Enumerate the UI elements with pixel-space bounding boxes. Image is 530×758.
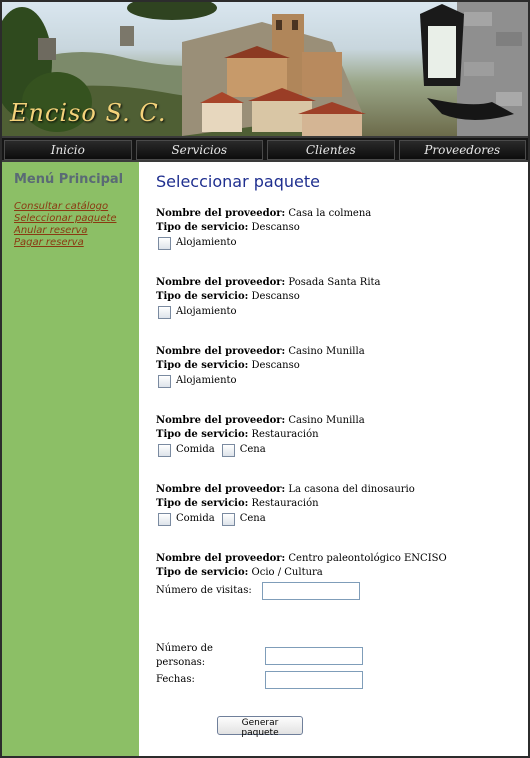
booking-details: Número de personas: Fechas: — [156, 642, 526, 689]
provider-name: Casino Munilla — [288, 346, 365, 357]
service-type: Descanso — [251, 291, 300, 302]
provider-name: Posada Santa Rita — [288, 277, 381, 288]
nav-inicio[interactable]: Inicio — [4, 140, 132, 160]
dates-label: Fechas: — [156, 674, 195, 685]
sidebar-link-pagar-reserva[interactable]: Pagar reserva — [14, 237, 139, 249]
alojamiento-label: Alojamiento — [176, 375, 237, 386]
generate-package-button[interactable]: Generar paquete — [217, 716, 303, 738]
sidebar-link-seleccionar-paquete[interactable]: Seleccionar paquete — [14, 213, 139, 225]
provider-block: Nombre del proveedor: Casa la colmena Ti… — [156, 207, 526, 250]
header-banner: Enciso S. C. — [2, 2, 528, 136]
provider-label: Nombre del proveedor: — [156, 208, 286, 219]
provider-label: Nombre del proveedor: — [156, 346, 286, 357]
comida-checkbox[interactable] — [158, 512, 171, 526]
provider-label: Nombre del proveedor: — [156, 484, 286, 495]
service-label: Tipo de servicio: — [156, 291, 249, 302]
service-label: Tipo de servicio: — [156, 498, 249, 509]
nav-clientes[interactable]: Clientes — [267, 140, 395, 160]
service-label: Tipo de servicio: — [156, 222, 249, 233]
provider-name: Casa la colmena — [288, 208, 372, 219]
service-label: Tipo de servicio: — [156, 567, 249, 578]
alojamiento-checkbox[interactable] — [158, 305, 171, 319]
provider-block: Nombre del proveedor: La casona del dino… — [156, 483, 526, 526]
sidebar-title: Menú Principal — [14, 172, 124, 187]
provider-label: Nombre del proveedor: — [156, 415, 286, 426]
provider-label: Nombre del proveedor: — [156, 553, 286, 564]
nav-servicios[interactable]: Servicios — [135, 140, 263, 160]
provider-name: Casino Munilla — [288, 415, 365, 426]
provider-name: La casona del dinosaurio — [288, 484, 415, 495]
service-type: Restauración — [251, 498, 319, 509]
provider-name: Centro paleontológico ENCISO — [288, 553, 447, 564]
brand-title: Enciso S. C. — [10, 99, 167, 127]
sidebar-link-anular-reserva[interactable]: Anular reserva — [14, 225, 139, 237]
page-frame: Enciso S. C. Inicio Servicios Clientes P… — [0, 0, 530, 758]
comida-label: Comida — [176, 513, 215, 524]
provider-block: Nombre del proveedor: Casino Munilla Tip… — [156, 345, 526, 388]
provider-block: Nombre del proveedor: Casino Munilla Tip… — [156, 414, 526, 457]
persons-label: Número de personas: — [156, 643, 213, 668]
alojamiento-label: Alojamiento — [176, 237, 237, 248]
provider-label: Nombre del proveedor: — [156, 277, 286, 288]
service-type: Descanso — [251, 360, 300, 371]
service-type: Ocio / Cultura — [251, 567, 323, 578]
alojamiento-checkbox[interactable] — [158, 374, 171, 388]
cena-label: Cena — [239, 444, 266, 455]
page-title: Seleccionar paquete — [156, 172, 320, 191]
service-label: Tipo de servicio: — [156, 360, 249, 371]
sidebar: Menú Principal Consultar catálogo Selecc… — [2, 162, 139, 756]
service-type: Restauración — [251, 429, 319, 440]
cena-checkbox[interactable] — [221, 512, 235, 526]
alojamiento-label: Alojamiento — [176, 306, 237, 317]
sidebar-link-consultar-catalogo[interactable]: Consultar catálogo — [14, 201, 139, 213]
comida-checkbox[interactable] — [158, 443, 171, 457]
alojamiento-checkbox[interactable] — [158, 236, 171, 250]
service-label: Tipo de servicio: — [156, 429, 249, 440]
visits-label: Número de visitas: — [156, 585, 252, 596]
cena-label: Cena — [239, 513, 266, 524]
service-type: Descanso — [251, 222, 300, 233]
comida-label: Comida — [176, 444, 215, 455]
provider-block: Nombre del proveedor: Centro paleontológ… — [156, 552, 526, 600]
visits-input[interactable] — [261, 582, 360, 600]
persons-input[interactable] — [265, 647, 363, 665]
nav-proveedores[interactable]: Proveedores — [398, 140, 526, 160]
dates-input[interactable] — [265, 671, 363, 689]
main-content: Seleccionar paquete Nombre del proveedor… — [156, 162, 526, 689]
provider-block: Nombre del proveedor: Posada Santa Rita … — [156, 276, 526, 319]
cena-checkbox[interactable] — [221, 443, 235, 457]
top-nav: Inicio Servicios Clientes Proveedores — [2, 136, 528, 162]
